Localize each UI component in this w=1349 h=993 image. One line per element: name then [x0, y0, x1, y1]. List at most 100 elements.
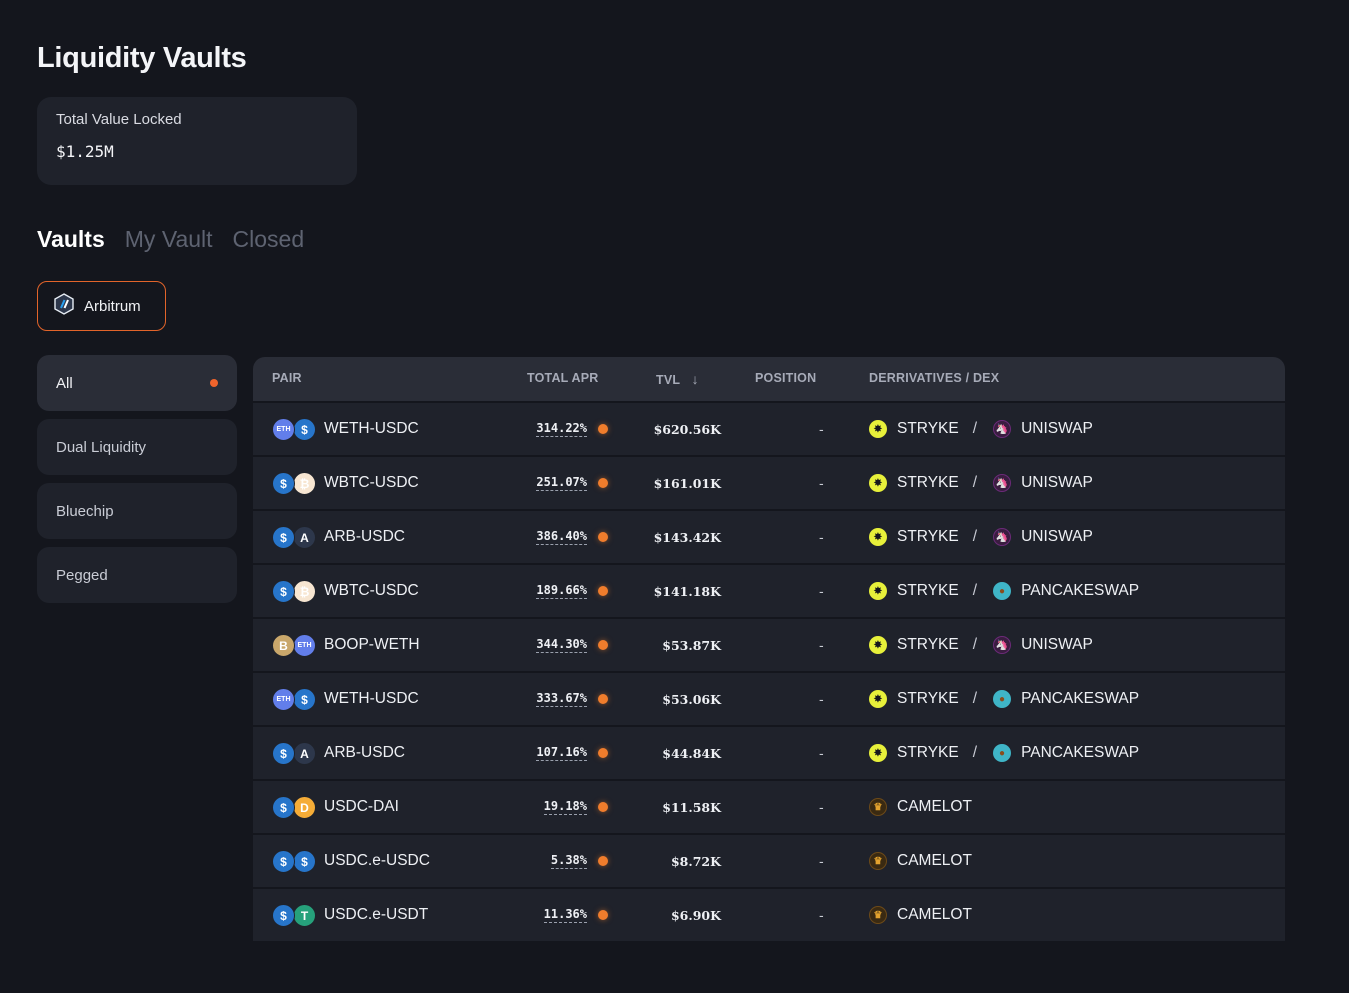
total-apr[interactable]: 386.40%	[493, 511, 587, 563]
pair-name: USDC.e-USDC	[324, 852, 430, 869]
table-row[interactable]: ETH $ WETH-USDC 314.22% $620.56K - ✸ STR…	[253, 403, 1285, 455]
pair-token-icons: ETH $	[272, 418, 318, 442]
derivative-name: STRYKE	[897, 636, 959, 653]
pair-token-icons: $ A	[272, 526, 318, 550]
derivative-name: STRYKE	[897, 528, 959, 545]
header-tvl[interactable]: TVL ↓	[656, 371, 699, 387]
token-icon: ₿	[293, 472, 316, 495]
token-icon: $	[293, 850, 316, 873]
sidebar-item-dual-liquidity[interactable]: Dual Liquidity	[37, 419, 237, 475]
apr-info-dot-icon[interactable]	[598, 424, 608, 434]
dex-cell: ♛ CAMELOT	[869, 781, 972, 833]
total-apr[interactable]: 107.16%	[493, 727, 587, 779]
vaults-table: PAIR TOTAL APR TVL ↓ POSITION DERRIVATIV…	[253, 357, 1285, 941]
pair-name: BOOP-WETH	[324, 636, 420, 653]
dex-name: UNISWAP	[1021, 420, 1093, 437]
total-apr[interactable]: 314.22%	[493, 403, 587, 455]
pair-name: WETH-USDC	[324, 420, 419, 437]
table-header: PAIR TOTAL APR TVL ↓ POSITION DERRIVATIV…	[253, 357, 1285, 401]
apr-info-dot-icon[interactable]	[598, 802, 608, 812]
table-row[interactable]: $ A ARB-USDC 107.16% $44.84K - ✸ STRYKE …	[253, 727, 1285, 779]
pair-token-icons: $ ₿	[272, 580, 318, 604]
total-apr[interactable]: 19.18%	[493, 781, 587, 833]
apr-info-dot-icon[interactable]	[598, 586, 608, 596]
tvl-value: $8.72K	[670, 853, 721, 869]
tab-my-vault[interactable]: My Vault	[125, 226, 213, 253]
token-icon: $	[272, 850, 295, 873]
pair-token-icons: B ETH	[272, 634, 318, 658]
tvl-value: $141.18K	[653, 583, 721, 599]
tvl-value: $161.01K	[653, 475, 721, 491]
total-apr[interactable]: 333.67%	[493, 673, 587, 725]
total-apr[interactable]: 251.07%	[493, 457, 587, 509]
position-value: -	[819, 799, 824, 815]
table-row[interactable]: $ $ USDC.e-USDC 5.38% $8.72K - ♛ CAMELOT	[253, 835, 1285, 887]
position-value: -	[819, 583, 824, 599]
header-pair[interactable]: PAIR	[272, 371, 302, 385]
sidebar-item-bluechip[interactable]: Bluechip	[37, 483, 237, 539]
apr-info-dot-icon[interactable]	[598, 478, 608, 488]
total-apr[interactable]: 189.66%	[493, 565, 587, 617]
stryke-icon: ✸	[869, 474, 887, 492]
token-icon: $	[272, 526, 295, 549]
total-apr[interactable]: 11.36%	[493, 889, 587, 941]
chain-filter-button[interactable]: Arbitrum	[37, 281, 166, 331]
stryke-icon: ✸	[869, 528, 887, 546]
token-icon: ETH	[293, 634, 316, 657]
dex-name: CAMELOT	[897, 798, 972, 815]
apr-info-dot-icon[interactable]	[598, 532, 608, 542]
apr-info-dot-icon[interactable]	[598, 640, 608, 650]
dex-separator: /	[972, 636, 978, 653]
token-icon: $	[272, 904, 295, 927]
table-row[interactable]: $ T USDC.e-USDT 11.36% $6.90K - ♛ CAMELO…	[253, 889, 1285, 941]
sidebar-item-pegged[interactable]: Pegged	[37, 547, 237, 603]
apr-value: 107.16%	[536, 745, 587, 761]
total-apr[interactable]: 344.30%	[493, 619, 587, 671]
position-value: -	[819, 853, 824, 869]
uniswap-icon: 🦄	[993, 420, 1012, 438]
position-value: -	[819, 907, 824, 923]
table-row[interactable]: ETH $ WETH-USDC 333.67% $53.06K - ✸ STRY…	[253, 673, 1285, 725]
table-row[interactable]: $ ₿ WBTC-USDC 251.07% $161.01K - ✸ STRYK…	[253, 457, 1285, 509]
table-row[interactable]: $ A ARB-USDC 386.40% $143.42K - ✸ STRYKE…	[253, 511, 1285, 563]
pair-name: USDC-DAI	[324, 798, 399, 815]
tvl-value: $1.25M	[56, 142, 114, 161]
dex-name: UNISWAP	[1021, 636, 1093, 653]
table-row[interactable]: $ ₿ WBTC-USDC 189.66% $141.18K - ✸ STRYK…	[253, 565, 1285, 617]
sidebar-item-all[interactable]: All	[37, 355, 237, 411]
dex-name: UNISWAP	[1021, 528, 1093, 545]
header-position[interactable]: POSITION	[755, 371, 816, 385]
header-dex[interactable]: DERRIVATIVES / DEX	[869, 371, 999, 385]
tab-closed[interactable]: Closed	[233, 226, 305, 253]
pair-name: WBTC-USDC	[324, 582, 419, 599]
pair-token-icons: $ A	[272, 742, 318, 766]
apr-info-dot-icon[interactable]	[598, 856, 608, 866]
position-value: -	[819, 529, 824, 545]
pair-name: WETH-USDC	[324, 690, 419, 707]
dex-separator: /	[972, 582, 978, 599]
tvl-value: $143.42K	[653, 529, 721, 545]
position-value: -	[819, 475, 824, 491]
apr-info-dot-icon[interactable]	[598, 748, 608, 758]
table-row[interactable]: $ D USDC-DAI 19.18% $11.58K - ♛ CAMELOT	[253, 781, 1285, 833]
camelot-icon: ♛	[869, 852, 887, 870]
derivative-name: STRYKE	[897, 420, 959, 437]
apr-value: 11.36%	[543, 907, 587, 923]
stryke-icon: ✸	[869, 744, 887, 762]
dex-name: PANCAKESWAP	[1021, 744, 1140, 761]
tab-vaults[interactable]: Vaults	[37, 226, 105, 253]
token-icon: $	[272, 472, 295, 495]
pancakeswap-icon: ●	[993, 744, 1012, 762]
dex-cell: ♛ CAMELOT	[869, 889, 972, 941]
camelot-icon: ♛	[869, 798, 887, 816]
pair-name: ARB-USDC	[324, 744, 405, 761]
apr-value: 386.40%	[536, 529, 587, 545]
apr-info-dot-icon[interactable]	[598, 910, 608, 920]
pair-token-icons: $ ₿	[272, 472, 318, 496]
total-apr[interactable]: 5.38%	[493, 835, 587, 887]
apr-info-dot-icon[interactable]	[598, 694, 608, 704]
table-row[interactable]: B ETH BOOP-WETH 344.30% $53.87K - ✸ STRY…	[253, 619, 1285, 671]
header-total-apr[interactable]: TOTAL APR	[527, 371, 598, 385]
dex-separator: /	[972, 420, 978, 437]
tvl-value: $53.06K	[662, 691, 721, 707]
